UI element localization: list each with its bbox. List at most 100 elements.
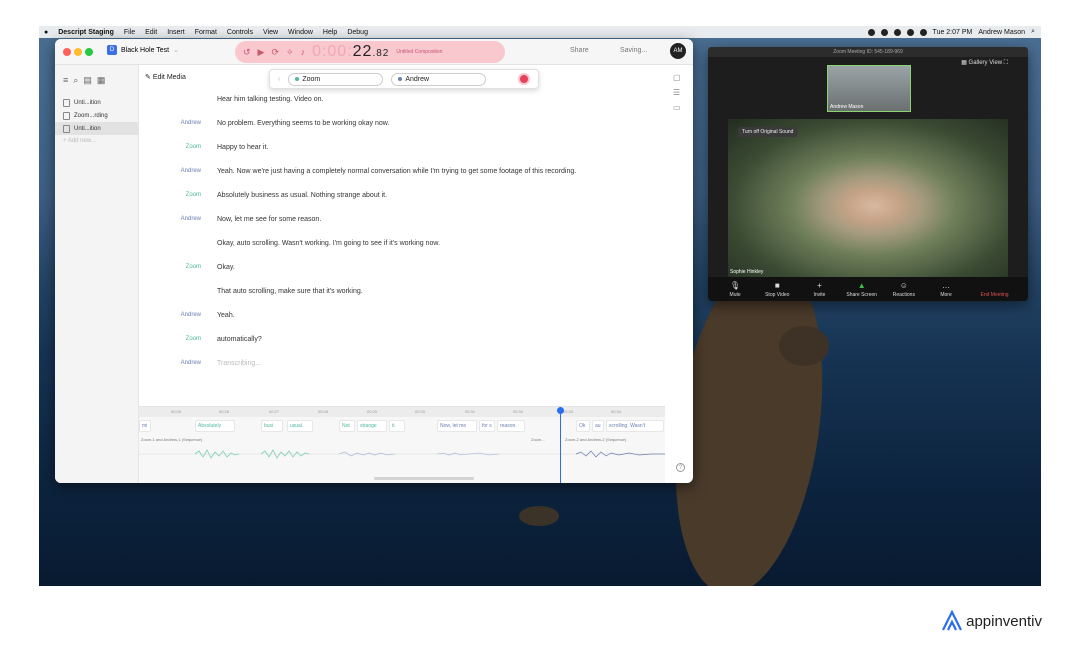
play-icon[interactable]: ▶ — [258, 47, 265, 58]
menu-insert[interactable]: Insert — [162, 29, 190, 36]
transcript-text[interactable]: Happy to hear it. — [211, 139, 669, 156]
word-block[interactable]: au — [592, 420, 604, 432]
menu-app-name[interactable]: Descript Staging — [53, 29, 119, 36]
minimize-window-button[interactable] — [74, 48, 82, 56]
word-block[interactable]: usual. — [287, 420, 313, 432]
transcript-row[interactable]: Zoom automatically? — [139, 331, 669, 348]
gallery-view-button[interactable]: ▦ Gallery View ⛶ — [961, 59, 1008, 67]
original-sound-button[interactable]: Turn off Original Sound — [738, 127, 798, 137]
menu-format[interactable]: Format — [190, 29, 222, 36]
transcript-row[interactable]: Okay, auto scrolling. Wasn't working. I'… — [139, 235, 669, 252]
transcript-text[interactable]: No problem. Everything seems to be worki… — [211, 115, 669, 132]
record-button[interactable] — [518, 73, 530, 85]
word-block[interactable]: reason. — [497, 420, 525, 432]
playhead[interactable] — [557, 407, 564, 483]
composition-selector[interactable]: Untitled Composition — [396, 49, 442, 55]
menu-controls[interactable]: Controls — [222, 29, 258, 36]
sidebar-file-selected[interactable]: Unti...ition — [55, 122, 138, 135]
audio-waveform[interactable] — [139, 449, 665, 459]
transcript-text[interactable]: automatically? — [211, 331, 669, 348]
transcript-text[interactable]: Yeah. — [211, 307, 669, 324]
transcript-row[interactable]: Zoom Okay. — [139, 259, 669, 276]
sidebar-file[interactable]: Zoom...rding — [55, 109, 138, 122]
spotlight-icon[interactable]: ⌕ — [1031, 28, 1035, 36]
transcript-row[interactable]: Zoom Happy to hear it. — [139, 139, 669, 156]
transcript-row[interactable]: Hear him talking testing. Video on. — [139, 91, 669, 108]
sequence-label[interactable]: Zoom... — [531, 437, 545, 442]
transcript-row[interactable]: Andrew Yeah. — [139, 307, 669, 324]
apple-icon[interactable]: ● — [39, 29, 53, 36]
menu-clock[interactable]: Tue 2:07 PM — [933, 29, 973, 36]
add-new-button[interactable]: + Add new... — [55, 135, 138, 147]
status-icon[interactable] — [880, 28, 888, 36]
transcript-row[interactable]: Andrew Transcribing... — [139, 355, 669, 372]
timeline[interactable]: 00:05 00:26 00:27 00:28 00:29 00:30 00:3… — [139, 406, 665, 483]
word-block[interactable]: scrolling. Wasn't — [606, 420, 664, 432]
sidebar-file[interactable]: Unti...ition — [55, 96, 138, 109]
transcript-text[interactable]: Okay, auto scrolling. Wasn't working. I'… — [211, 235, 669, 252]
status-icon[interactable] — [893, 28, 901, 36]
transcript-row[interactable]: Zoom Absolutely business as usual. Nothin… — [139, 187, 669, 204]
transcript-text[interactable]: Absolutely business as usual. Nothing st… — [211, 187, 669, 204]
transcript-text[interactable]: Yeah. Now we're just having a completely… — [211, 163, 669, 180]
transcript-text[interactable]: Okay. — [211, 259, 669, 276]
participant-thumbnail[interactable]: Andrew Mason — [827, 65, 911, 112]
word-block[interactable]: busi — [261, 420, 283, 432]
invite-button[interactable]: + Invite — [798, 280, 840, 299]
effects-icon[interactable]: ✧ — [286, 47, 294, 58]
menu-view[interactable]: View — [258, 29, 283, 36]
word-block[interactable]: Not — [339, 420, 355, 432]
loop-icon[interactable]: ⟳ — [271, 47, 279, 58]
word-block[interactable]: mi — [139, 420, 151, 432]
transcript-row[interactable]: Andrew Yeah. Now we're just having a comp… — [139, 163, 669, 180]
compositions-icon[interactable]: ▤ — [83, 75, 92, 86]
project-selector[interactable]: D Black Hole Test ⌄ — [107, 45, 179, 55]
search-icon[interactable]: ⌕ — [73, 75, 78, 86]
transcript-row[interactable]: Andrew No problem. Everything seems to be… — [139, 115, 669, 132]
share-screen-button[interactable]: ▲ Share Screen — [841, 280, 883, 299]
menu-edit[interactable]: Edit — [140, 29, 162, 36]
transcript-row[interactable]: That auto scrolling, make sure that it's… — [139, 283, 669, 300]
word-block[interactable]: Absolutely — [195, 420, 235, 432]
help-icon[interactable]: ? — [676, 463, 685, 472]
zoom-window-button[interactable] — [85, 48, 93, 56]
timeline-ruler[interactable]: 00:05 00:26 00:27 00:28 00:29 00:30 00:3… — [139, 407, 665, 417]
speaker-zoom-field[interactable]: Zoom — [288, 72, 384, 86]
transcript-text[interactable]: That auto scrolling, make sure that it's… — [211, 283, 669, 300]
volume-icon[interactable] — [919, 28, 927, 36]
wifi-icon[interactable] — [906, 28, 914, 36]
word-block[interactable]: Ok — [576, 420, 590, 432]
rewind-icon[interactable]: ↺ — [243, 47, 251, 58]
word-block[interactable]: for s — [479, 420, 495, 432]
more-button[interactable]: … More — [925, 280, 967, 299]
panel-icon[interactable]: ▢ — [673, 73, 681, 82]
sequence-label[interactable]: Zoom-1 and Andrew-1 (Sequence) — [141, 437, 202, 442]
word-block[interactable]: Now, let me — [437, 420, 477, 432]
transcript-row[interactable]: Andrew Now, let me see for some reason. — [139, 211, 669, 228]
timeline-scrollbar[interactable] — [374, 477, 474, 480]
mic-icon[interactable]: ♪ — [301, 47, 306, 57]
end-meeting-button[interactable]: End Meeting — [967, 292, 1022, 299]
menu-user[interactable]: Andrew Mason — [978, 29, 1025, 36]
properties-icon[interactable]: ☰ — [673, 88, 681, 97]
speaker-andrew-field[interactable]: Andrew — [391, 72, 487, 86]
transcript-text[interactable]: Hear him talking testing. Video on. — [211, 91, 669, 108]
menu-help[interactable]: Help — [318, 29, 342, 36]
menu-file[interactable]: File — [119, 29, 140, 36]
library-icon[interactable]: ▦ — [97, 75, 106, 86]
back-icon[interactable]: ‹ — [278, 76, 280, 83]
stop-video-button[interactable]: ■ Stop Video — [756, 280, 798, 299]
status-icon[interactable] — [867, 28, 875, 36]
word-block[interactable]: strange — [357, 420, 387, 432]
sequence-label[interactable]: Zoom-2 and Andrew-2 (Sequence) — [565, 437, 626, 442]
menu-icon[interactable]: ≡ — [63, 75, 68, 86]
transcript-text[interactable]: Now, let me see for some reason. — [211, 211, 669, 228]
close-window-button[interactable] — [63, 48, 71, 56]
menu-debug[interactable]: Debug — [342, 29, 373, 36]
avatar[interactable]: AM — [670, 43, 686, 59]
menu-window[interactable]: Window — [283, 29, 318, 36]
share-button[interactable]: Share — [570, 47, 589, 54]
word-block[interactable]: it. — [389, 420, 405, 432]
comment-icon[interactable]: ▭ — [673, 103, 681, 112]
mute-button[interactable]: 🎙 Mute — [714, 280, 756, 299]
